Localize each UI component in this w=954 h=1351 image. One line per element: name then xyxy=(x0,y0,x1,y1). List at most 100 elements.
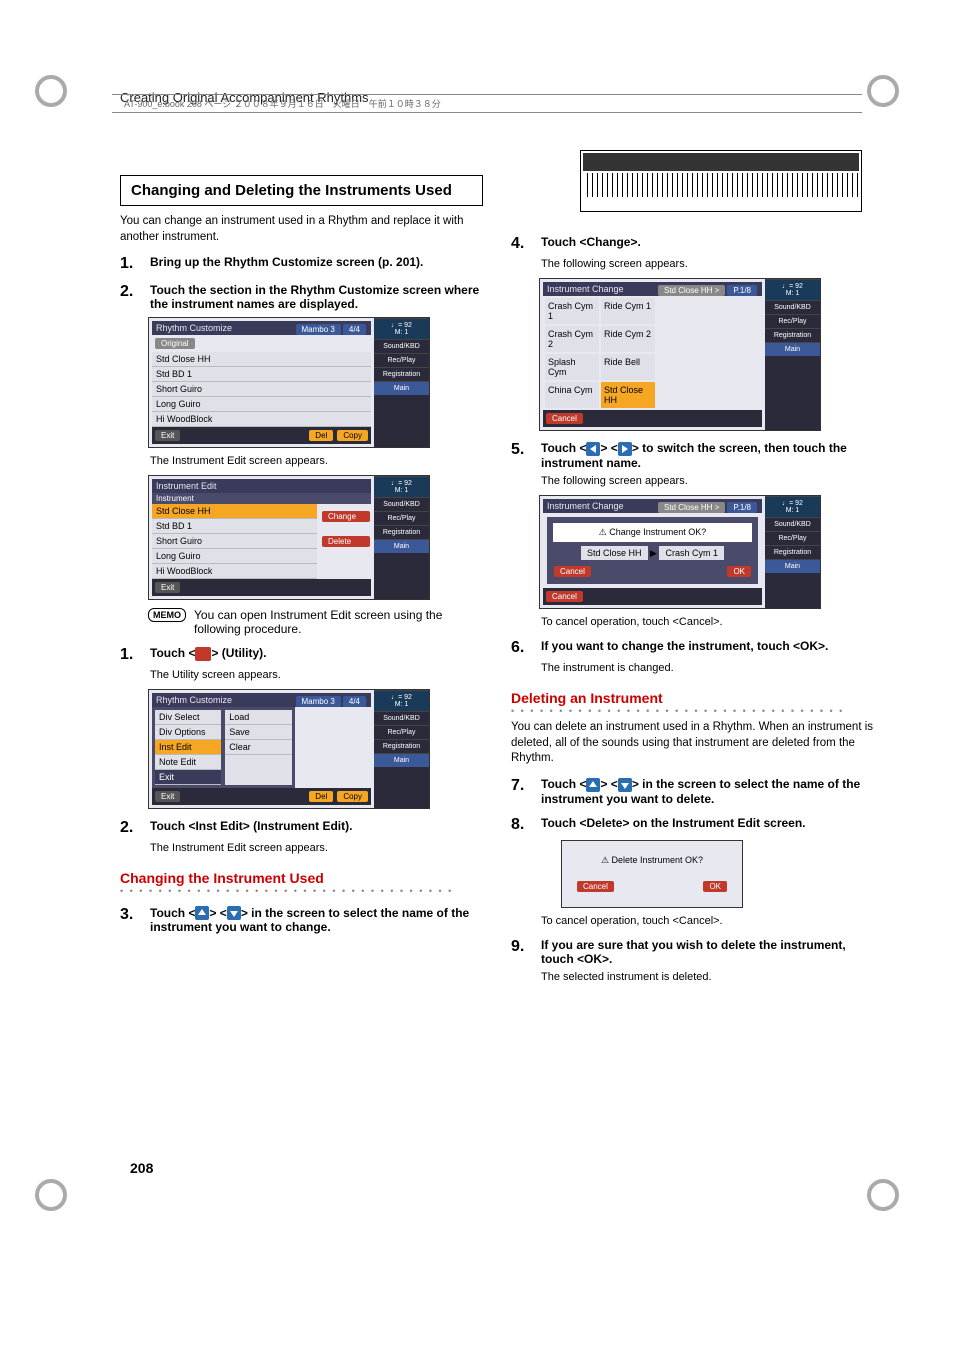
step-text: If you are sure that you wish to delete … xyxy=(541,938,846,966)
memo-step-2: 2. Touch <Inst Edit> (Instrument Edit). xyxy=(120,819,483,837)
cell: Crash Cym 1 xyxy=(545,298,599,324)
side-btn: Sound/KBD xyxy=(374,497,429,511)
side-btn: Sound/KBD xyxy=(765,300,820,314)
list-item: Div Select xyxy=(155,710,221,725)
side-btn: Sound/KBD xyxy=(765,517,820,531)
side-btn: Registration xyxy=(374,739,429,753)
list-item: Hi WoodBlock xyxy=(152,564,317,579)
delete-confirm-screenshot: ⚠ Delete Instrument OK? Cancel OK xyxy=(561,840,743,908)
side-btn: Rec/Play xyxy=(374,353,429,367)
confirm-change-screenshot: Instrument Change Std Close HH >P.1/8 ⚠ … xyxy=(539,495,821,609)
subheader: Instrument xyxy=(152,493,371,504)
side-btn: Registration xyxy=(374,525,429,539)
step-number: 3. xyxy=(120,906,142,935)
cell: Splash Cym xyxy=(545,354,599,380)
instrument-change-screenshot: Instrument Change Std Close HH >P.1/8 Cr… xyxy=(539,278,821,431)
delete-msg: Delete Instrument OK? xyxy=(612,855,704,865)
step-number: 4. xyxy=(511,235,533,253)
list-item: Long Guiro xyxy=(152,397,371,412)
side-btn: Sound/KBD xyxy=(374,711,429,725)
utility-icon xyxy=(195,647,211,661)
list-item: Std Close HH xyxy=(152,352,371,367)
copy-btn: Copy xyxy=(337,791,368,802)
memo-icon: MEMO xyxy=(148,608,186,622)
copy-btn: Copy xyxy=(337,430,368,441)
section-heading: Changing and Deleting the Instruments Us… xyxy=(120,175,483,206)
step-number: 1. xyxy=(120,255,142,273)
list-item: Long Guiro xyxy=(152,549,317,564)
note: To cancel operation, touch <Cancel>. xyxy=(541,914,874,929)
step-number: 2. xyxy=(120,283,142,311)
up-triangle-icon xyxy=(586,778,600,792)
utility-screenshot: Rhythm Customize Mambo 34/4 Div Select D… xyxy=(148,689,430,809)
side-btn: Registration xyxy=(765,545,820,559)
header-band: AT-900_e.book 208 ページ ２００８年９月１６日 火曜日 午前１… xyxy=(112,94,862,113)
memo-step-1: 1. Touch <> (Utility). xyxy=(120,646,483,664)
original-btn: Original xyxy=(155,338,195,349)
left-column: Changing and Deleting the Instruments Us… xyxy=(120,175,483,989)
sub-intro: You can delete an instrument used in a R… xyxy=(511,720,874,767)
subsection-heading: Deleting an Instrument xyxy=(511,690,874,706)
instrument-edit-screenshot: Instrument Edit Instrument Std Close HH … xyxy=(148,475,430,600)
up-triangle-icon xyxy=(195,906,209,920)
content-columns: Changing and Deleting the Instruments Us… xyxy=(120,175,874,989)
cancel-btn: Cancel xyxy=(546,413,583,424)
side-btn: Main xyxy=(374,753,429,767)
cell: Crash Cym 2 xyxy=(545,326,599,352)
header-text: AT-900_e.book 208 ページ ２００８年９月１６日 火曜日 午前１… xyxy=(124,99,441,109)
page-badge: P.1/8 xyxy=(727,285,757,296)
rhythm-customize-screenshot: Rhythm Customize Mambo 34/4 Original Std… xyxy=(148,317,430,448)
side-btn: Rec/Play xyxy=(765,314,820,328)
list-item: Note Edit xyxy=(155,755,221,770)
side-btn: Rec/Play xyxy=(765,531,820,545)
step-number: 7. xyxy=(511,777,533,806)
list-item: Exit xyxy=(155,770,221,785)
caption: The following screen appears. xyxy=(541,474,874,489)
step-number: 9. xyxy=(511,938,533,966)
caption: The instrument is changed. xyxy=(541,661,874,676)
cancel-btn: Cancel xyxy=(577,881,614,892)
step-text: If you want to change the instrument, to… xyxy=(541,639,828,653)
list-item: Load xyxy=(225,710,291,725)
step-6: 6. If you want to change the instrument,… xyxy=(511,639,874,657)
cell: Ride Bell xyxy=(601,354,655,380)
note: To cancel operation, touch <Cancel>. xyxy=(541,615,874,630)
ok-btn: OK xyxy=(727,566,751,577)
list-item: Hi WoodBlock xyxy=(152,412,371,427)
down-triangle-icon xyxy=(618,778,632,792)
cell: China Cym xyxy=(545,382,599,408)
page: AT-900_e.book 208 ページ ２００８年９月１６日 火曜日 午前１… xyxy=(0,0,954,1351)
intro-text: You can change an instrument used in a R… xyxy=(120,214,483,245)
subsection-heading: Changing the Instrument Used xyxy=(120,870,483,886)
scr-title: Instrument Edit xyxy=(152,479,371,493)
delete-btn: Delete xyxy=(322,536,370,547)
step-text: Touch <> <> in the screen to select the … xyxy=(541,777,860,806)
step-number: 6. xyxy=(511,639,533,657)
scr-title: Instrument Change xyxy=(547,501,624,511)
divider-dots: • • • • • • • • • • • • • • • • • • • • … xyxy=(120,886,483,896)
right-arrow-icon xyxy=(618,442,632,456)
step-1: 1. Bring up the Rhythm Customize screen … xyxy=(120,255,483,273)
page-number: 208 xyxy=(130,1160,153,1176)
side-btn: Registration xyxy=(374,367,429,381)
keyboard-diagram-icon xyxy=(580,150,862,212)
step-5: 5. Touch <> <> to switch the screen, the… xyxy=(511,441,874,470)
del-btn: Del xyxy=(309,791,333,802)
side-btn: Rec/Play xyxy=(374,725,429,739)
step-text: Touch <Inst Edit> (Instrument Edit). xyxy=(150,819,352,833)
step-number: 5. xyxy=(511,441,533,470)
confirm-msg: Change Instrument OK? xyxy=(609,527,706,537)
step-7: 7. Touch <> <> in the screen to select t… xyxy=(511,777,874,806)
register-mark-icon xyxy=(867,75,899,107)
memo-row: MEMO You can open Instrument Edit screen… xyxy=(148,608,483,636)
change-btn: Change xyxy=(322,511,370,522)
cell: Ride Cym 2 xyxy=(601,326,655,352)
down-triangle-icon xyxy=(227,906,241,920)
cell-selected: Std Close HH xyxy=(601,382,655,408)
step-number: 2. xyxy=(120,819,142,837)
tab: Mambo 3 xyxy=(296,324,341,335)
side-btn: Rec/Play xyxy=(374,511,429,525)
list-item: Std BD 1 xyxy=(152,519,317,534)
cancel-btn: Cancel xyxy=(546,591,583,602)
caption: The Instrument Edit screen appears. xyxy=(150,454,483,469)
